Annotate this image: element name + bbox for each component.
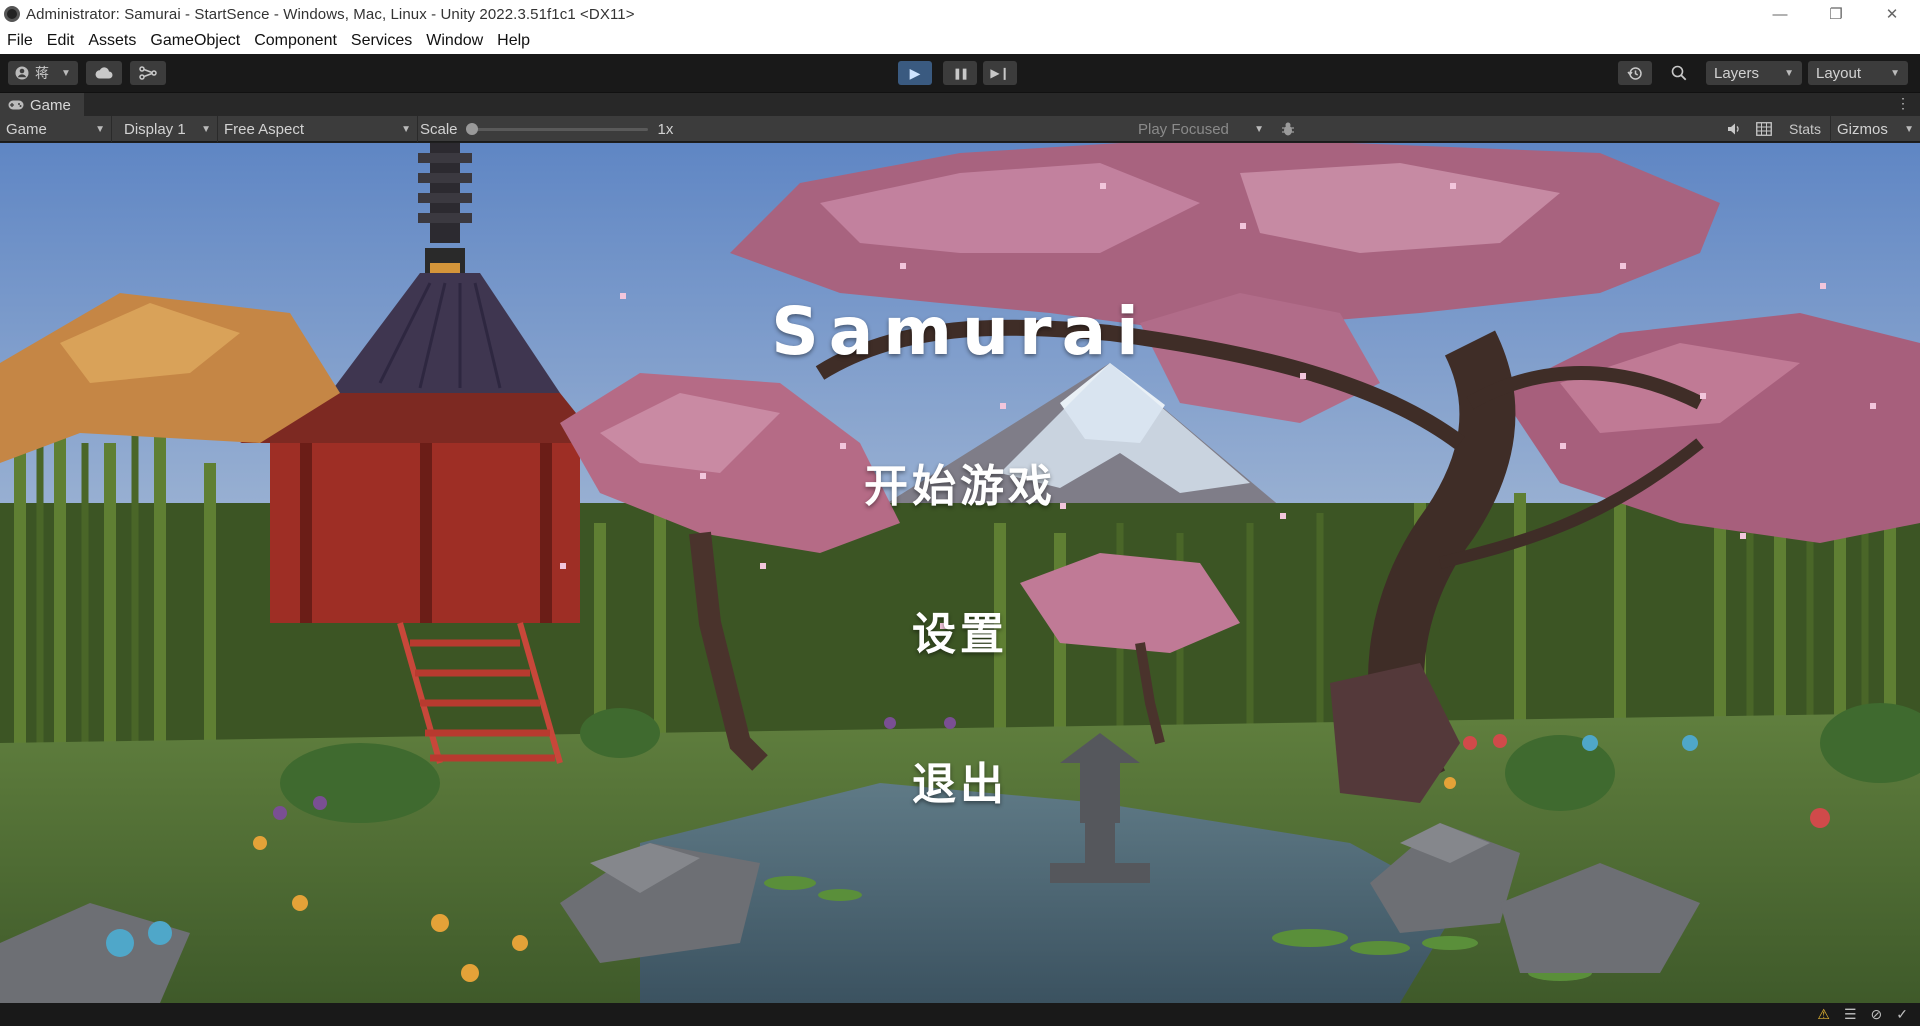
search-icon — [1671, 65, 1687, 81]
scale-slider[interactable] — [465, 122, 648, 135]
menu-assets[interactable]: Assets — [81, 28, 143, 54]
gizmos-label: Gizmos — [1837, 120, 1888, 138]
pause-button[interactable]: ❚❚ — [943, 61, 977, 85]
history-icon — [1627, 67, 1642, 80]
aspect-dropdown[interactable]: Free Aspect ▼ — [218, 116, 418, 142]
display-label: Display 1 — [124, 120, 186, 138]
game-viewport[interactable]: Samurai 开始游戏 设置 退出 — [0, 143, 1920, 1003]
menu-file[interactable]: File — [0, 28, 40, 54]
start-game-button[interactable]: 开始游戏 — [0, 450, 1920, 514]
scale-value: 1x — [657, 120, 674, 138]
search-button[interactable] — [1662, 61, 1696, 85]
chevron-down-icon: ▼ — [1890, 67, 1900, 79]
auto-refresh-icon[interactable]: ⊘ — [1871, 1006, 1883, 1023]
account-icon — [15, 66, 29, 80]
account-dropdown[interactable]: 蒋 ▼ — [8, 61, 78, 85]
game-title: Samurai — [771, 293, 1149, 370]
menu-edit[interactable]: Edit — [40, 28, 82, 54]
status-bar: ⚠ ☰ ⊘ ✓ — [0, 1003, 1920, 1026]
window-title: Administrator: Samurai - StartSence - Wi… — [26, 5, 635, 23]
bug-icon[interactable] — [1276, 119, 1300, 139]
settings-button[interactable]: 设置 — [0, 598, 1920, 662]
main-toolbar: 蒋 ▼ ▶ ❚❚ ▶❙ Layers ▼ Layout ▼ — [0, 54, 1920, 92]
chevron-down-icon: ▼ — [1254, 123, 1264, 135]
stats-button[interactable]: Stats — [1784, 119, 1826, 139]
more-options-icon[interactable]: ⋮ — [1896, 95, 1910, 112]
exit-button[interactable]: 退出 — [0, 748, 1920, 812]
minimize-button[interactable]: — — [1752, 0, 1808, 28]
view-mode-label: Game — [6, 120, 47, 138]
chevron-down-icon: ▼ — [201, 123, 211, 135]
frame-debugger-icon[interactable] — [1752, 119, 1776, 139]
layout-dropdown[interactable]: Layout ▼ — [1808, 61, 1908, 85]
tab-game[interactable]: Game — [0, 93, 84, 117]
chevron-down-icon: ▼ — [61, 67, 71, 79]
mute-audio-icon[interactable] — [1722, 119, 1746, 139]
cloud-icon — [95, 67, 113, 79]
close-button[interactable]: ✕ — [1864, 0, 1920, 28]
account-label: 蒋 — [35, 65, 50, 81]
collab-button[interactable] — [130, 61, 166, 85]
menu-bar: File Edit Assets GameObject Component Se… — [0, 28, 1920, 54]
menu-component[interactable]: Component — [247, 28, 344, 54]
tab-bar: Game ⋮ — [0, 92, 1920, 117]
step-button[interactable]: ▶❙ — [983, 61, 1017, 85]
menu-services[interactable]: Services — [344, 28, 419, 54]
game-view-controls: Game ▼ Display 1 ▼ Free Aspect ▼ Scale 1… — [0, 116, 1920, 142]
window-title-bar: Administrator: Samurai - StartSence - Wi… — [0, 0, 1920, 28]
progress-check-icon[interactable]: ✓ — [1896, 1006, 1908, 1023]
aspect-label: Free Aspect — [224, 120, 305, 138]
scale-slider-thumb[interactable] — [465, 122, 478, 135]
display-dropdown[interactable]: Display 1 ▼ — [118, 116, 218, 142]
layout-label: Layout — [1816, 64, 1862, 82]
layers-dropdown[interactable]: Layers ▼ — [1706, 61, 1802, 85]
unity-logo-icon — [4, 6, 20, 22]
chevron-down-icon: ▼ — [95, 123, 105, 135]
menu-gameobject[interactable]: GameObject — [143, 28, 247, 54]
scale-label: Scale — [420, 120, 458, 138]
menu-window[interactable]: Window — [419, 28, 490, 54]
play-focused-label: Play Focused — [1138, 120, 1229, 138]
gamepad-icon — [8, 100, 24, 110]
play-button[interactable]: ▶ — [898, 61, 932, 85]
view-mode-dropdown[interactable]: Game ▼ — [0, 116, 112, 142]
menu-help[interactable]: Help — [490, 28, 537, 54]
undo-history-button[interactable] — [1618, 61, 1652, 85]
collab-icon — [139, 66, 157, 80]
layers-label: Layers — [1714, 64, 1760, 82]
gizmos-dropdown[interactable]: Gizmos ▼ — [1830, 116, 1920, 142]
chevron-down-icon: ▼ — [1904, 123, 1914, 135]
game-scene-background — [0, 143, 1920, 1003]
chevron-down-icon: ▼ — [1784, 67, 1794, 79]
scale-control: Scale 1x — [420, 116, 700, 142]
chevron-down-icon: ▼ — [401, 123, 411, 135]
tab-label: Game — [30, 96, 71, 114]
restore-button[interactable]: ❐ — [1808, 0, 1864, 28]
cache-server-icon[interactable]: ☰ — [1844, 1006, 1857, 1023]
play-focused-dropdown[interactable]: Play Focused ▼ — [1132, 116, 1270, 142]
cloud-button[interactable] — [86, 61, 122, 85]
warning-icon[interactable]: ⚠ — [1817, 1006, 1830, 1023]
